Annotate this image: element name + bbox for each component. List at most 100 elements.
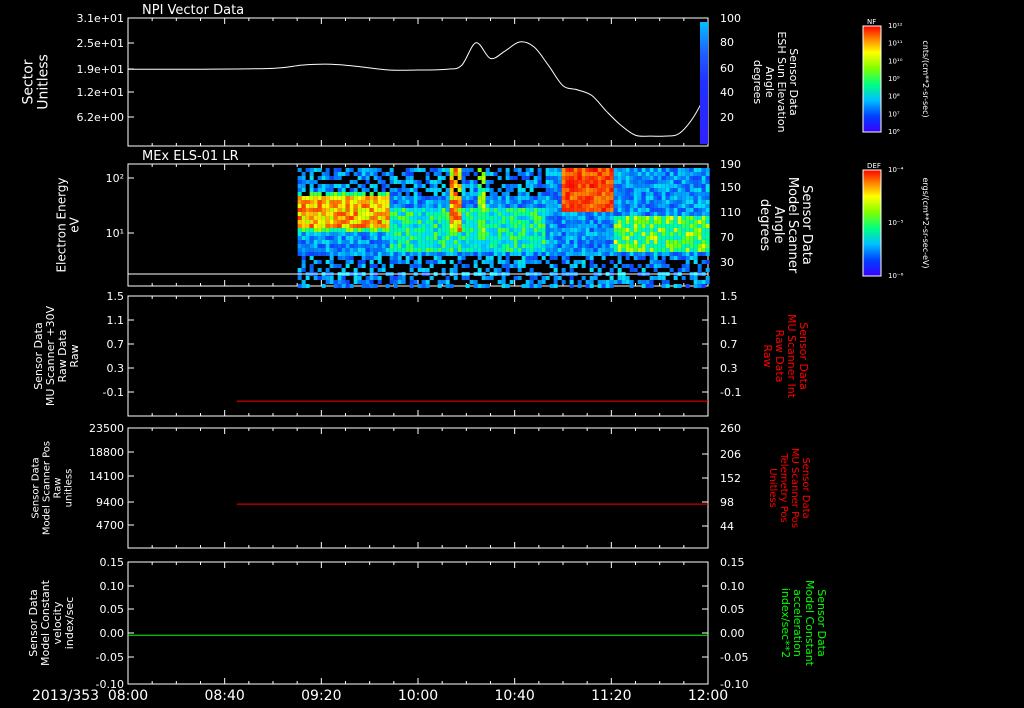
spectrogram-cell [341,252,346,256]
right-axis-label: index/sec**2 [779,588,792,658]
spectrogram-cell [357,236,362,240]
spectrogram-cell [421,268,426,272]
spectrogram-cell [537,212,542,216]
spectrogram-cell [453,248,458,252]
spectrogram-cell [313,208,318,212]
spectrogram-cell [533,260,538,264]
spectrogram-cell [361,232,366,236]
spectrogram-cell [561,188,566,192]
spectrogram-cell [569,240,574,244]
spectrogram-cell [589,200,594,204]
spectrogram-cell [369,216,374,220]
spectrogram-cell [377,260,382,264]
spectrogram-cell [449,284,454,288]
spectrogram-cell [701,260,706,264]
spectrogram-cell [413,184,418,188]
spectrogram-cell [701,196,706,200]
spectrogram-cell [601,204,606,208]
spectrogram-cell [705,268,710,272]
left-tick-label: -0.1 [103,386,124,399]
spectrogram-cell [433,188,438,192]
spectrogram-cell [641,252,646,256]
spectrogram-cell [377,236,382,240]
spectrogram-cell [541,192,546,196]
spectrogram-cell [613,280,618,284]
spectrogram-cell [485,200,490,204]
spectrogram-cell [621,168,626,172]
spectrogram-cell [433,192,438,196]
spectrogram-cells [297,168,710,288]
spectrogram-cell [417,192,422,196]
spectrogram-cell [669,188,674,192]
spectrogram-cell [557,188,562,192]
spectrogram-cell [301,268,306,272]
spectrogram-cell [621,232,626,236]
spectrogram-cell [613,196,618,200]
spectrogram-cell [609,260,614,264]
spectrogram-cell [385,192,390,196]
left-tick-label: 1.1 [107,314,125,327]
spectrogram-cell [333,168,338,172]
spectrogram-cell [653,180,658,184]
spectrogram-cell [329,244,334,248]
spectrogram-cell [549,216,554,220]
spectrogram-cell [685,172,690,176]
spectrogram-cell [645,240,650,244]
spectrogram-cell [477,184,482,188]
spectrogram-cell [413,168,418,172]
spectrogram-cell [317,168,322,172]
spectrogram-cell [677,200,682,204]
spectrogram-cell [657,208,662,212]
spectrogram-cell [625,180,630,184]
spectrogram-cell [297,212,302,216]
spectrogram-cell [349,260,354,264]
spectrogram-cell [697,232,702,236]
spectrogram-cell [357,232,362,236]
spectrogram-cell [333,192,338,196]
spectrogram-cell [661,228,666,232]
spectrogram-cell [309,228,314,232]
spectrogram-cell [609,200,614,204]
spectrogram-cell [533,196,538,200]
spectrogram-cell [577,172,582,176]
spectrogram-cell [309,252,314,256]
spectrogram-cell [697,236,702,240]
spectrogram-cell [465,212,470,216]
spectrogram-cell [541,196,546,200]
spectrogram-cell [477,208,482,212]
spectrogram-cell [337,232,342,236]
spectrogram-cell [317,204,322,208]
spectrogram-cell [617,236,622,240]
spectrogram-cell [309,268,314,272]
left-tick-label: 0.3 [107,362,125,375]
spectrogram-cell [437,196,442,200]
spectrogram-cell [541,220,546,224]
spectrogram-cell [633,172,638,176]
spectrogram-cell [649,184,654,188]
spectrogram-cell [489,264,494,268]
spectrogram-cell [505,168,510,172]
spectrogram-cell [457,252,462,256]
spectrogram-cell [581,220,586,224]
spectrogram-cell [321,248,326,252]
spectrogram-cell [309,168,314,172]
spectrogram-cell [693,172,698,176]
spectrogram-cell [509,264,514,268]
spectrogram-cell [417,204,422,208]
spectrogram-cell [469,252,474,256]
spectrogram-cell [373,176,378,180]
spectrogram-cell [645,264,650,268]
spectrogram-cell [593,208,598,212]
spectrogram-cell [409,188,414,192]
spectrogram-cell [297,244,302,248]
spectrogram-cell [329,276,334,280]
spectrogram-cell [625,176,630,180]
spectrogram-cell [665,228,670,232]
spectrogram-cell [465,236,470,240]
spectrogram-cell [377,256,382,260]
spectrogram-cell [641,212,646,216]
spectrogram-cell [549,212,554,216]
spectrogram-cell [405,240,410,244]
spectrogram-cell [385,204,390,208]
spectrogram-cell [413,236,418,240]
